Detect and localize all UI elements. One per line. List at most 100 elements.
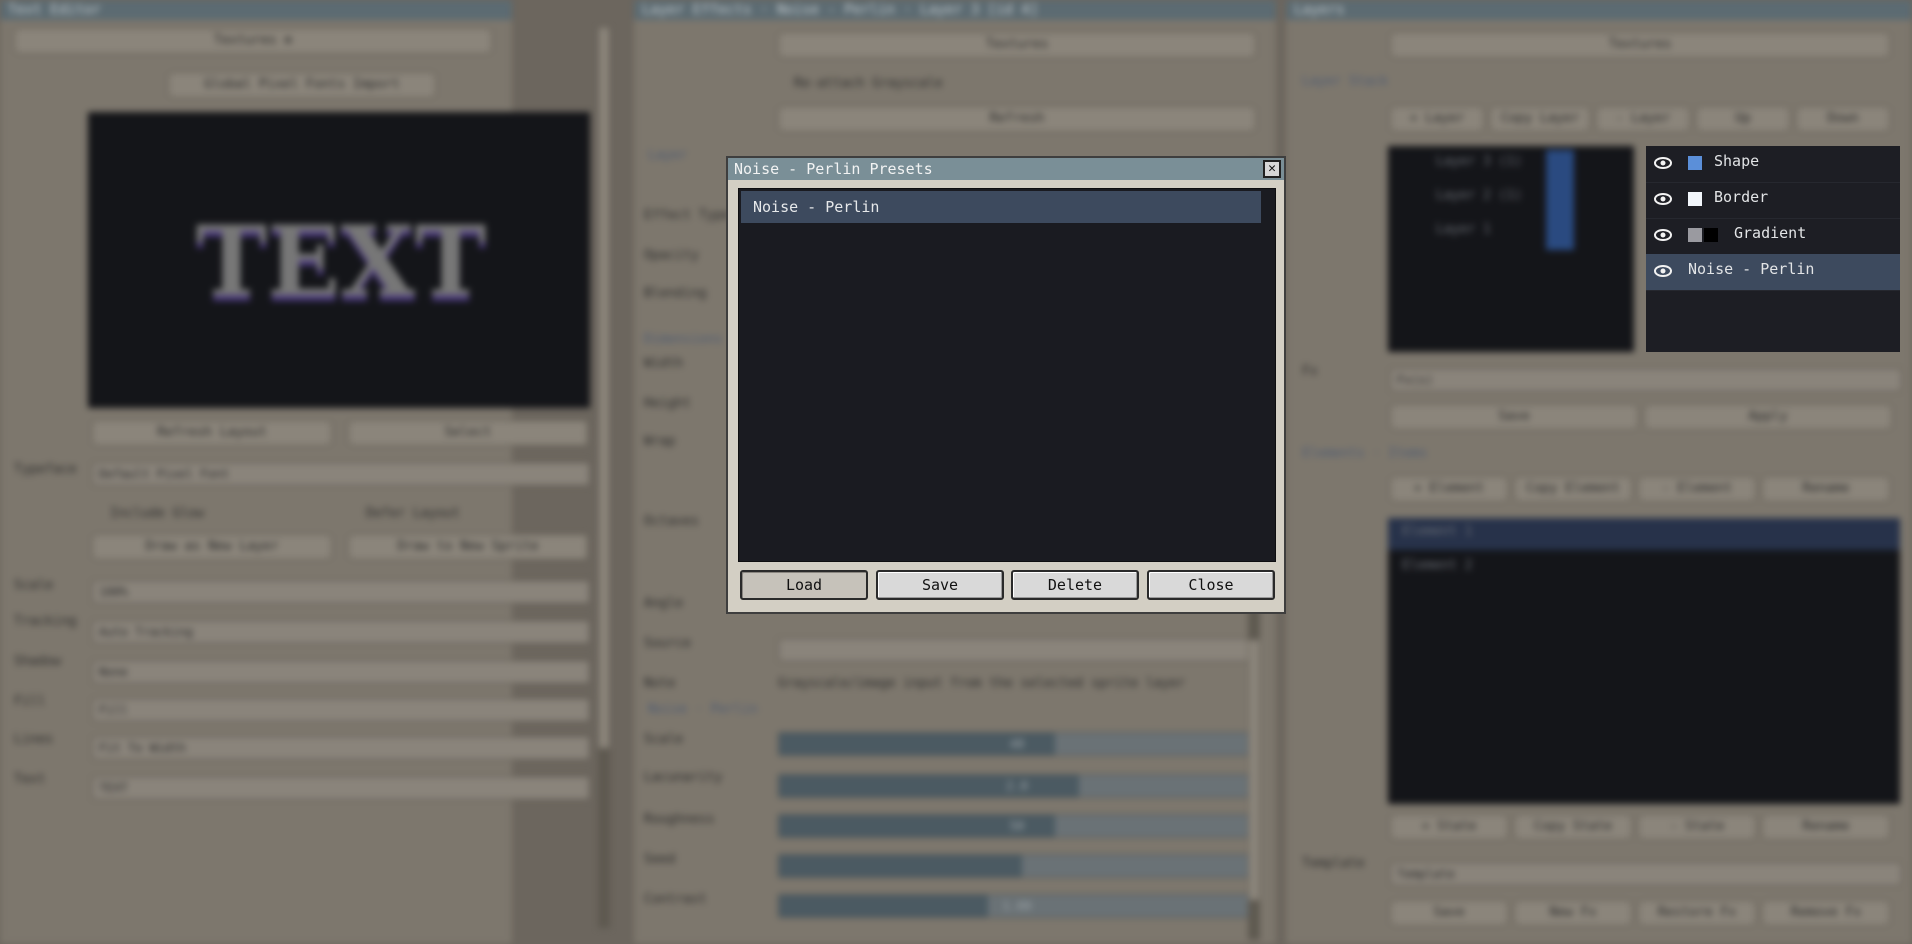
effect-row-border[interactable]: Border — [1646, 182, 1900, 219]
select-button[interactable]: Select — [348, 420, 588, 446]
preview-text: TEXT — [195, 205, 487, 318]
remove-state-button[interactable]: - State — [1638, 814, 1756, 840]
save-button[interactable]: Save — [876, 570, 1004, 600]
preset-list[interactable]: Noise - Perlin — [738, 188, 1276, 562]
elements-list[interactable]: Element 1 Element 2 — [1388, 518, 1900, 804]
remove-layer-button[interactable]: - Layer — [1596, 106, 1690, 132]
copy-layer-button[interactable]: Copy Layer — [1490, 106, 1590, 132]
effects-list[interactable]: Shape Border Gradient Noise - Perlin — [1646, 146, 1900, 352]
remove-element-button[interactable]: - Element — [1638, 476, 1756, 502]
save-template-button[interactable]: Save — [1390, 900, 1508, 926]
template-label: Template — [1302, 856, 1365, 871]
delete-button[interactable]: Delete — [1011, 570, 1139, 600]
width-label: Width — [644, 356, 684, 371]
effect-name: Noise - Perlin — [1688, 260, 1815, 278]
fill-field[interactable]: Fill — [92, 698, 590, 722]
stack-layer[interactable]: Layer 2 (1) — [1436, 188, 1522, 203]
text-label: Text — [14, 772, 46, 787]
section-noise: Noise · Perlin — [648, 702, 758, 717]
refresh-layout-button[interactable]: Refresh Layout — [92, 420, 332, 446]
load-button[interactable]: Load — [740, 570, 868, 600]
apply-fx-button[interactable]: Apply — [1644, 404, 1892, 430]
preset-item[interactable]: Noise - Perlin — [741, 191, 1261, 223]
source-field[interactable] — [778, 638, 1256, 662]
fx-select[interactable]: Fx(s) — [1390, 368, 1902, 392]
contrast-slider[interactable]: 1.00 — [778, 894, 1256, 918]
rename-element-button[interactable]: Rename — [1762, 476, 1890, 502]
octaves-label: Octaves — [644, 514, 699, 529]
effect-type-label: Effect Type — [644, 208, 731, 223]
textures-button[interactable]: Textures ⊕ — [14, 28, 492, 54]
section-elements: Elements · Items — [1302, 446, 1428, 461]
close-button[interactable]: Close — [1147, 570, 1275, 600]
preset-scrollbar[interactable] — [1263, 189, 1275, 561]
template-select[interactable]: Template — [1390, 862, 1902, 886]
effect-name: Border — [1714, 188, 1769, 206]
include-glow-checkbox[interactable]: Include Glow — [110, 506, 204, 521]
opacity-label: Opacity — [644, 248, 699, 263]
height-label: Height — [644, 396, 691, 411]
save-fx-button[interactable]: Save — [1390, 404, 1638, 430]
panel-title: Text Editor — [0, 0, 512, 20]
effect-row-shape[interactable]: Shape — [1646, 146, 1900, 183]
dialog-titlebar[interactable]: Noise - Perlin Presets ✕ — [728, 158, 1284, 180]
draw-new-sprite-button[interactable]: Draw to New Sprite — [348, 534, 588, 560]
typeface-label: Typeface — [14, 462, 77, 477]
new-fx-button[interactable]: New Fx — [1514, 900, 1632, 926]
add-state-button[interactable]: + State — [1390, 814, 1508, 840]
draw-new-layer-button[interactable]: Draw as New Layer — [92, 534, 332, 560]
eye-icon[interactable] — [1654, 156, 1672, 170]
copy-element-button[interactable]: Copy Element — [1514, 476, 1632, 502]
panel-title: Layer Effects · Noise - Perlin · Layer 3… — [634, 0, 1276, 20]
text-field[interactable]: TEXT — [92, 776, 590, 800]
layer-up-button[interactable]: Up — [1696, 106, 1790, 132]
element-item[interactable]: Element 1 — [1402, 524, 1472, 539]
section-layer: Layer — [648, 148, 688, 163]
font-tabs[interactable]: Global Pixel Fonts Import — [168, 72, 436, 98]
seed-slider[interactable] — [778, 854, 1256, 878]
wrap-label: Wrap — [644, 434, 676, 449]
effect-row-noise-perlin[interactable]: Noise - Perlin — [1646, 254, 1900, 291]
remove-fx-button[interactable]: Remove Fx — [1762, 900, 1890, 926]
add-element-button[interactable]: + Element — [1390, 476, 1508, 502]
textures-button[interactable]: Textures — [778, 32, 1256, 58]
fx-label: Fx — [1302, 364, 1318, 379]
blending-label: Blending — [644, 286, 707, 301]
gradient-swatch-start — [1688, 228, 1702, 242]
grayscale-checkbox[interactable]: Re-attach Grayscale — [794, 76, 943, 91]
slider-label: Contrast — [644, 892, 707, 907]
shadow-label: Shadow — [14, 654, 61, 669]
roughness-slider[interactable]: 50 — [778, 814, 1256, 838]
eye-icon[interactable] — [1654, 192, 1672, 206]
effect-name: Gradient — [1734, 224, 1807, 242]
dialog-button-row: Load Save Delete Close — [738, 570, 1276, 600]
text-preview: TEXT — [88, 112, 590, 408]
left-scrollbar[interactable] — [598, 28, 610, 928]
add-layer-button[interactable]: + Layer — [1390, 106, 1484, 132]
scale-slider[interactable]: 48 — [778, 732, 1256, 756]
layers-panel: Layers Textures Layer Stack + Layer Copy… — [1286, 0, 1912, 944]
color-swatch — [1688, 156, 1702, 170]
lines-field[interactable]: Fit To Width — [92, 736, 590, 760]
eye-icon[interactable] — [1654, 264, 1672, 278]
scale-field[interactable]: 100% — [92, 580, 590, 604]
lacunarity-slider[interactable]: 2.0 — [778, 774, 1256, 798]
tracking-field[interactable]: Auto Tracking — [92, 620, 590, 644]
copy-state-button[interactable]: Copy State — [1514, 814, 1632, 840]
textures-button[interactable]: Textures — [1390, 32, 1890, 58]
rename-state-button[interactable]: Rename — [1762, 814, 1890, 840]
effect-row-gradient[interactable]: Gradient — [1646, 218, 1900, 255]
defer-layout-checkbox[interactable]: Defer Layout — [366, 506, 460, 521]
element-item[interactable]: Element 2 — [1402, 558, 1472, 573]
typeface-select[interactable]: Default Pixel Font — [92, 462, 590, 486]
note-label: Note — [644, 676, 676, 691]
eye-icon[interactable] — [1654, 228, 1672, 242]
layer-down-button[interactable]: Down — [1796, 106, 1890, 132]
restore-fx-button[interactable]: Restore Fx — [1638, 900, 1756, 926]
layer-stack-list[interactable]: Layer 3 (1) Layer 2 (1) Layer 1 — [1388, 146, 1634, 352]
stack-layer[interactable]: Layer 1 — [1436, 222, 1491, 237]
shadow-field[interactable]: None — [92, 660, 590, 684]
close-icon[interactable]: ✕ — [1263, 160, 1281, 178]
stack-layer[interactable]: Layer 3 (1) — [1436, 154, 1522, 169]
refresh-button[interactable]: Refresh — [778, 106, 1256, 132]
